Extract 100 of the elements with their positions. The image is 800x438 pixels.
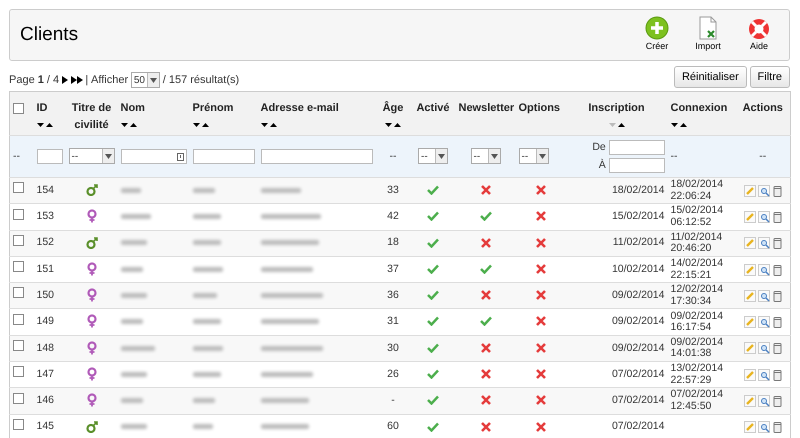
sort-arrows-icon[interactable] xyxy=(120,122,136,128)
list-button[interactable]: Réinitialiser xyxy=(674,66,747,88)
column-header: Options xyxy=(518,101,562,116)
sort-arrows-icon[interactable] xyxy=(260,122,276,128)
blurred-text xyxy=(120,319,142,324)
sort-arrows-icon[interactable] xyxy=(385,122,401,128)
date-field[interactable] xyxy=(608,158,664,173)
client-id: 151 xyxy=(36,262,54,275)
blurred-text xyxy=(120,292,146,298)
column-header: Titre de civilité xyxy=(70,101,112,132)
trash-can-icon[interactable] xyxy=(773,342,782,354)
magnifier-icon[interactable] xyxy=(758,421,770,434)
page-title: Clients xyxy=(20,24,78,46)
signup-date: 07/02/2014 xyxy=(612,368,664,380)
blurred-text xyxy=(260,292,322,298)
magnifier-icon[interactable] xyxy=(758,342,770,354)
signup-date: 09/02/2014 xyxy=(612,315,664,328)
filter-select[interactable]: -- xyxy=(68,148,114,164)
trash-can-icon[interactable] xyxy=(773,316,782,328)
client-id: 148 xyxy=(36,342,54,354)
blurred-text xyxy=(192,372,220,377)
row-checkbox[interactable] xyxy=(13,366,24,378)
per-page-select[interactable]: 50 xyxy=(130,72,160,88)
date-field[interactable] xyxy=(608,140,664,156)
filter-field[interactable] xyxy=(192,149,254,164)
magnifier-icon[interactable] xyxy=(758,237,770,250)
client-id: 145 xyxy=(36,420,54,432)
sort-arrows-icon[interactable] xyxy=(192,122,208,128)
select-all-checkbox[interactable] xyxy=(13,102,24,114)
client-id: 152 xyxy=(36,236,54,248)
column-header: Nom xyxy=(120,101,146,116)
trash-can-icon[interactable] xyxy=(773,264,782,276)
filter-select[interactable]: -- xyxy=(518,148,548,164)
sort-arrows-icon[interactable] xyxy=(36,122,52,128)
date-label: De xyxy=(592,140,606,155)
magnifier-icon[interactable] xyxy=(758,368,770,381)
signup-date: 11/02/2014 xyxy=(612,236,664,248)
column-header: Inscription xyxy=(587,101,646,116)
signup-date: 07/02/2014 xyxy=(612,420,664,432)
row-checkbox[interactable] xyxy=(13,208,24,220)
next-page-icon[interactable] xyxy=(62,76,68,84)
row-checkbox[interactable] xyxy=(13,340,24,352)
filter-select[interactable]: -- xyxy=(470,148,500,164)
magnifier-icon[interactable] xyxy=(758,184,770,197)
magnifier-icon[interactable] xyxy=(758,264,770,276)
trash-can-icon[interactable] xyxy=(773,290,782,302)
toolbar-button[interactable]: Créer xyxy=(637,16,677,54)
signup-date: 07/02/2014 xyxy=(612,394,664,406)
row-checkbox[interactable] xyxy=(13,287,24,298)
client-age: 42 xyxy=(387,210,399,222)
blurred-text xyxy=(260,372,312,377)
sort-arrows-icon[interactable] xyxy=(670,122,686,128)
row-checkbox[interactable] xyxy=(13,392,24,404)
client-id: 146 xyxy=(36,394,54,406)
magnifier-icon[interactable] xyxy=(758,210,770,223)
last-page-icon[interactable] xyxy=(70,76,83,84)
row-checkbox[interactable] xyxy=(13,234,24,246)
magnifier-icon[interactable] xyxy=(758,395,770,408)
magnifier-icon[interactable] xyxy=(758,290,770,302)
sort-arrows-icon[interactable] xyxy=(608,122,624,128)
blurred-text xyxy=(192,266,222,272)
row-checkbox[interactable] xyxy=(13,314,24,325)
last-login: 15/02/2014 06:12:52 xyxy=(670,205,724,228)
magnifier-icon[interactable] xyxy=(758,316,770,328)
row-checkbox[interactable] xyxy=(13,261,24,272)
blurred-text xyxy=(192,240,220,246)
blurred-text xyxy=(192,214,220,220)
signup-date: 15/02/2014 xyxy=(612,210,664,222)
filter-select[interactable]: -- xyxy=(418,148,448,164)
trash-can-icon[interactable] xyxy=(773,237,782,250)
toolbar-button[interactable]: Import xyxy=(688,16,728,54)
client-id: 147 xyxy=(36,368,54,380)
lifebuoy-icon xyxy=(747,16,771,40)
column-header: Âge xyxy=(382,100,404,116)
toolbar-button[interactable]: Aide xyxy=(739,16,779,54)
row-checkbox[interactable] xyxy=(13,182,24,194)
filter-field[interactable] xyxy=(260,149,372,164)
column-header: Newsletter xyxy=(458,101,512,116)
empty-filter: -- xyxy=(670,150,678,162)
filter-field[interactable] xyxy=(120,149,186,164)
blurred-text xyxy=(120,424,146,430)
signup-date: 09/02/2014 xyxy=(612,342,664,354)
blurred-text xyxy=(260,346,322,351)
row-checkbox[interactable] xyxy=(13,418,24,430)
trash-can-icon[interactable] xyxy=(773,210,782,223)
caret-icon xyxy=(438,154,445,159)
blurred-text xyxy=(192,188,214,193)
client-age: 26 xyxy=(387,368,399,380)
filter-field[interactable] xyxy=(36,149,62,164)
blurred-text xyxy=(120,240,146,246)
column-header: Adresse e-mail xyxy=(260,101,340,116)
last-login: 07/02/2014 12:45:50 xyxy=(670,389,724,413)
empty-filter: -- xyxy=(390,150,396,162)
trash-can-icon[interactable] xyxy=(773,395,782,408)
trash-can-icon[interactable] xyxy=(773,368,782,381)
trash-can-icon[interactable] xyxy=(773,184,782,197)
spreadsheet-file-icon xyxy=(698,16,718,40)
trash-can-icon[interactable] xyxy=(773,421,782,434)
list-button[interactable]: Filtre xyxy=(750,66,790,88)
last-login: 14/02/2014 22:15:21 xyxy=(670,258,724,282)
